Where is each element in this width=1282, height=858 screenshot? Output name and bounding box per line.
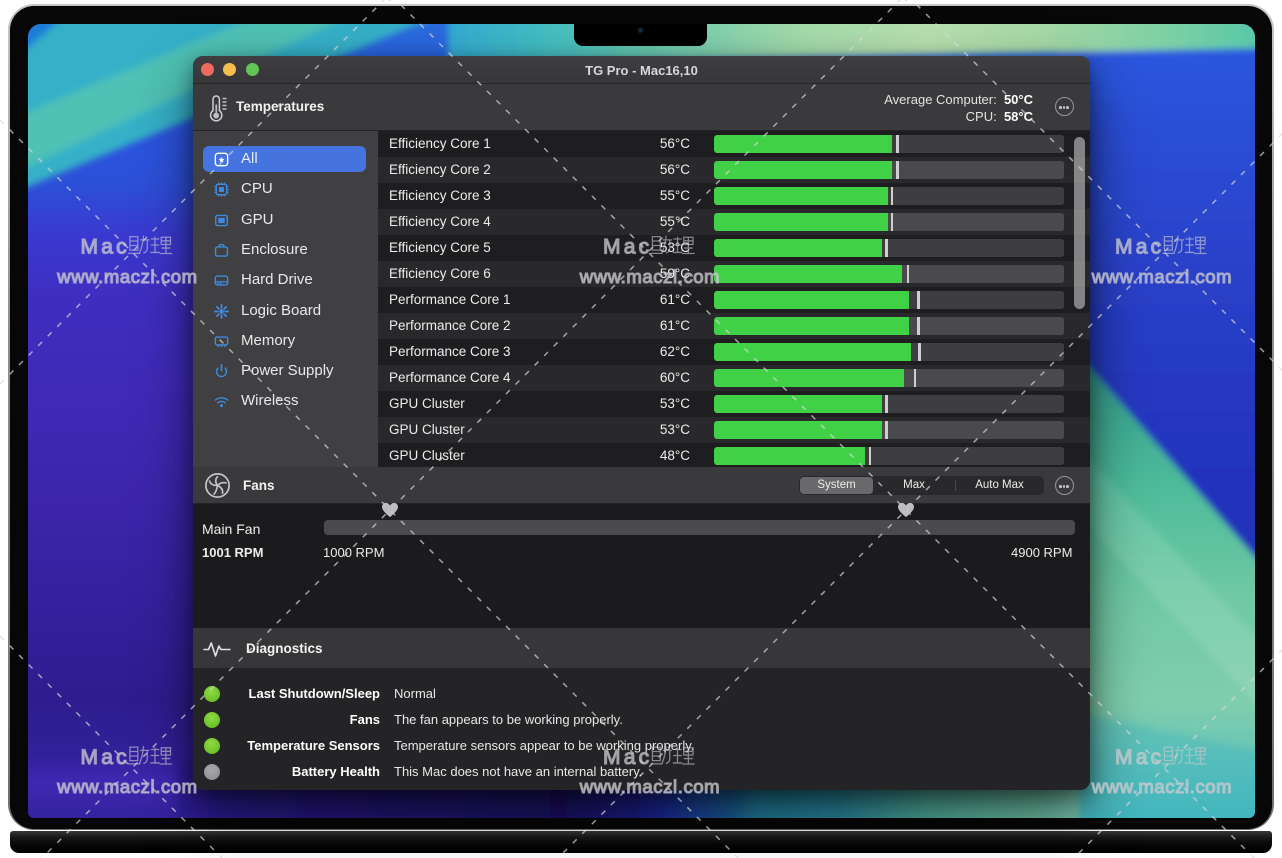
svg-text:www.maczl.com: www.maczl.com: [56, 776, 197, 797]
svg-text:www.maczl.com: www.maczl.com: [1091, 776, 1232, 797]
svg-text:Mac: Mac: [1115, 746, 1164, 769]
svg-text:Mac: Mac: [81, 746, 130, 769]
svg-text:www.maczl.com: www.maczl.com: [579, 776, 720, 797]
svg-text:Mac: Mac: [1115, 236, 1164, 259]
svg-text:www.maczl.com: www.maczl.com: [579, 266, 720, 287]
svg-text:Mac: Mac: [603, 746, 652, 769]
svg-text:www.maczl.com: www.maczl.com: [56, 266, 197, 287]
svg-text:www.maczl.com: www.maczl.com: [1091, 266, 1232, 287]
svg-text:Mac: Mac: [603, 236, 652, 259]
svg-text:Mac: Mac: [81, 236, 130, 259]
